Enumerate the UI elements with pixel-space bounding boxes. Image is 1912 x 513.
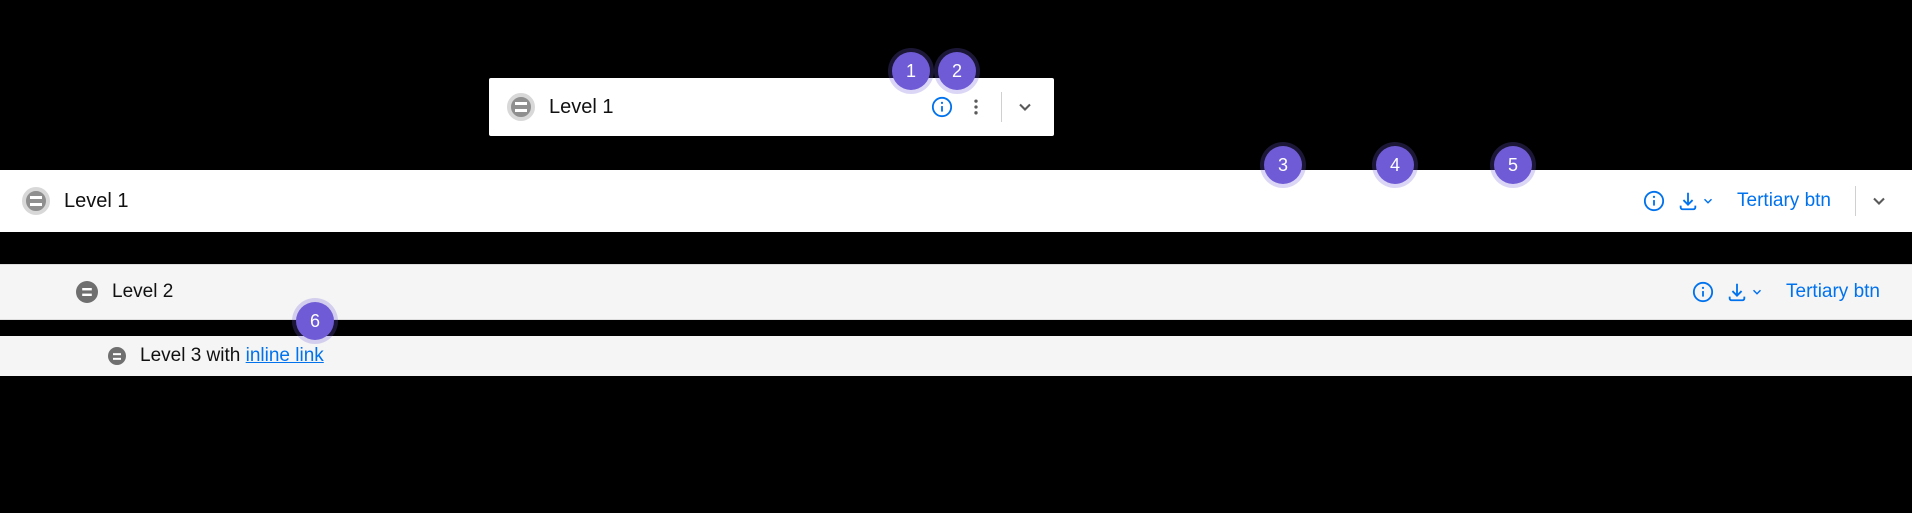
annotation-bubble-1: 1 xyxy=(892,52,930,90)
accordion-row-level2: Level 2 Tertiary btn xyxy=(0,264,1912,320)
chevron-down-icon[interactable] xyxy=(1008,90,1042,124)
accordion-title: Level 1 xyxy=(64,190,129,213)
accordion-title: Level 2 xyxy=(112,281,173,303)
chevron-down-icon[interactable] xyxy=(1701,194,1715,208)
overflow-menu-icon[interactable] xyxy=(959,90,993,124)
accordion-compact: Level 1 xyxy=(489,78,1054,136)
info-icon[interactable] xyxy=(1637,184,1671,218)
accordion-row-level3: Level 3 with inline link xyxy=(0,336,1912,376)
chevron-down-icon[interactable] xyxy=(1750,285,1764,299)
annotation-bubble-3: 3 xyxy=(1264,146,1302,184)
accordion-title: Level 1 xyxy=(549,96,614,119)
divider xyxy=(1855,186,1856,216)
accordion-row-level1: Level 1 Tertiary btn xyxy=(0,170,1912,232)
annotation-bubble-4: 4 xyxy=(1376,146,1414,184)
tertiary-button[interactable]: Tertiary btn xyxy=(1770,281,1896,303)
type-icon xyxy=(76,281,98,303)
title-text: Level 3 with xyxy=(140,345,246,366)
chevron-down-icon[interactable] xyxy=(1862,184,1896,218)
annotation-bubble-5: 5 xyxy=(1494,146,1532,184)
inline-link[interactable]: inline link xyxy=(246,345,324,366)
divider xyxy=(1001,92,1002,122)
accordion-title: Level 3 with inline link xyxy=(140,345,324,367)
annotation-bubble-6: 6 xyxy=(296,302,334,340)
type-icon xyxy=(507,93,535,121)
info-icon[interactable] xyxy=(1686,275,1720,309)
annotation-bubble-2: 2 xyxy=(938,52,976,90)
tertiary-button[interactable]: Tertiary btn xyxy=(1721,190,1847,212)
type-icon xyxy=(22,187,50,215)
info-icon[interactable] xyxy=(925,90,959,124)
download-button[interactable] xyxy=(1677,190,1715,212)
type-icon xyxy=(108,347,126,365)
download-button[interactable] xyxy=(1726,281,1764,303)
